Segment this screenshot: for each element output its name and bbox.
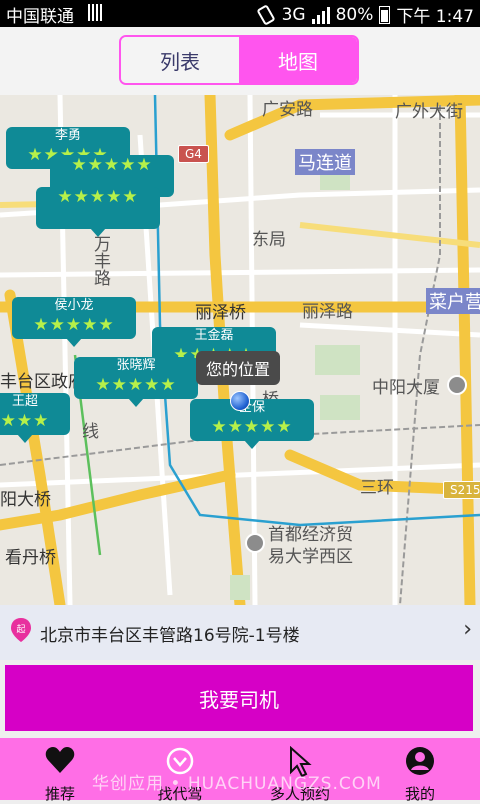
status-bar: 中国联通 3G 80% 下午 1:47	[0, 0, 480, 27]
map-label: 阳大桥	[0, 490, 51, 510]
start-pin-label: 起	[16, 624, 25, 635]
driver-rating: ★★★★★	[57, 187, 139, 207]
map-label: 东局	[252, 230, 286, 250]
start-address-bar[interactable]: 起 北京市丰台区丰管路16号院-1号楼 ›	[0, 605, 480, 660]
map-label: 三环	[360, 478, 394, 498]
driver-rating: ★★★★★	[211, 417, 293, 437]
tab-bar: 列表 地图	[0, 27, 480, 95]
map-label: 中阳大厦	[372, 378, 440, 398]
map-label: 丰台区政府	[0, 372, 85, 392]
map-label: 马连道	[295, 149, 355, 175]
map-label: 看丹桥	[5, 548, 56, 568]
clock: 下午 1:47	[396, 7, 474, 27]
driver-rating: ★★★	[0, 411, 50, 431]
map-highway-sign: S215	[443, 481, 480, 499]
my-location-tooltip: 您的位置	[196, 351, 281, 385]
sim-icon	[88, 4, 102, 21]
battery-percent: 80%	[335, 4, 374, 25]
tab-list[interactable]: 列表	[121, 37, 239, 83]
driver-name: 李勇	[54, 128, 81, 143]
driver-name: 王金磊	[194, 328, 234, 343]
my-location-pin[interactable]	[230, 391, 250, 411]
carrier-name: 中国联通	[6, 7, 74, 27]
driver-rating: ★★★★★	[95, 375, 177, 395]
driver-marker[interactable]: ★★★★★	[36, 187, 160, 237]
map-label: 丽泽桥	[195, 303, 246, 323]
driver-name: 全保	[238, 400, 265, 415]
view-switcher: 列表 地图	[119, 35, 359, 85]
map-label: 丽泽路	[302, 302, 353, 322]
map-label: 易大学西区	[268, 547, 353, 567]
tab-map[interactable]: 地图	[239, 37, 357, 83]
call-area: 我要司机	[0, 660, 480, 738]
battery-icon	[379, 5, 391, 24]
map-label: 线	[82, 422, 99, 442]
signal-icon	[311, 6, 330, 24]
map-label: 广外大街	[395, 102, 463, 122]
map-label: 万丰路	[90, 235, 110, 286]
driver-name: 侯小龙	[54, 298, 94, 313]
map-highway-sign: G4	[178, 145, 209, 163]
driver-marker[interactable]: 侯小龙 ★★★★★	[12, 297, 136, 347]
network-type: 3G	[281, 4, 306, 25]
map-view[interactable]: 广安路 广外大街 G4 马连道 万丰路 东局 丽泽桥 丽泽路 菜户营 丰台区政府…	[0, 95, 480, 605]
start-address-text: 北京市丰台区丰管路16号院-1号楼	[40, 626, 300, 646]
poi-icon	[447, 375, 467, 395]
watermark: 华创应用 • HUACHUANGZS.COM	[92, 774, 382, 794]
heart-icon	[45, 747, 75, 773]
driver-name: 张晓辉	[116, 358, 156, 373]
driver-marker[interactable]: 张晓辉 ★★★★★	[74, 357, 198, 407]
call-driver-button[interactable]: 我要司机	[5, 665, 473, 731]
driver-rating: ★★★★★	[71, 155, 153, 175]
start-pin-icon: 起	[11, 618, 31, 642]
driver-marker[interactable]: 全保 ★★★★★	[190, 399, 314, 449]
poi-icon	[245, 533, 265, 553]
person-icon	[406, 747, 434, 775]
driver-marker[interactable]: 王超 ★★★	[0, 393, 70, 443]
driver-rating: ★★★★★	[33, 315, 115, 335]
chevron-right-icon: ›	[463, 617, 472, 642]
driver-name: 王超	[11, 394, 38, 409]
vibrate-icon	[257, 4, 275, 25]
map-label: 广安路	[262, 100, 313, 120]
map-label: 菜户营	[426, 288, 480, 314]
